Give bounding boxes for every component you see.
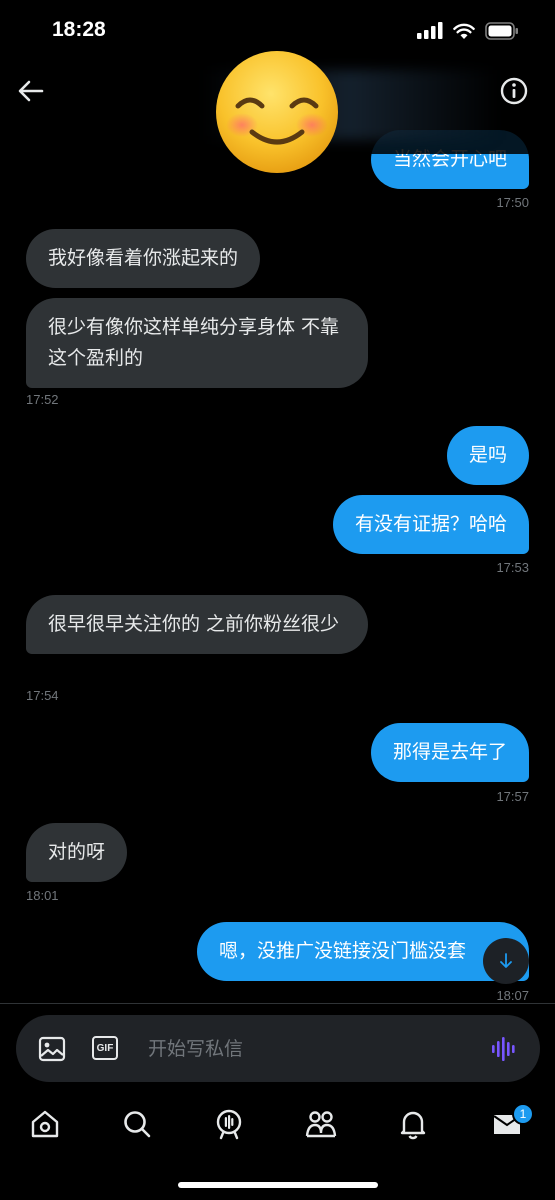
- message-bubble-incoming[interactable]: 很早很早关注你的 之前你粉丝很少: [26, 595, 368, 654]
- nav-home[interactable]: [28, 1107, 62, 1141]
- message-bubble-outgoing[interactable]: 有没有证据？哈哈: [332, 495, 529, 554]
- wifi-icon: [453, 23, 475, 39]
- nav-search[interactable]: [120, 1107, 154, 1141]
- message-timestamp: 18:01: [26, 888, 59, 903]
- message-bubble-incoming[interactable]: 我好像看着你涨起来的: [26, 229, 261, 288]
- arrow-left-icon: [18, 80, 44, 102]
- message-timestamp: 17:57: [496, 789, 529, 804]
- cellular-signal-icon: [417, 22, 443, 39]
- back-button[interactable]: [16, 76, 50, 106]
- message-timestamp: 17:52: [26, 392, 59, 407]
- communities-icon: [305, 1111, 337, 1138]
- status-icons: [417, 22, 519, 40]
- message-bubble-outgoing[interactable]: 是吗: [446, 426, 529, 485]
- add-gif-button[interactable]: GIF: [92, 1036, 118, 1060]
- arrow-down-icon: [500, 953, 512, 968]
- message-input[interactable]: [148, 1027, 468, 1071]
- nav-notifications[interactable]: [396, 1107, 430, 1141]
- message-timestamp: 18:07: [496, 988, 529, 1003]
- info-button[interactable]: [499, 76, 529, 106]
- image-icon: [38, 1036, 66, 1062]
- home-icon: [31, 1110, 59, 1138]
- home-indicator: [178, 1182, 378, 1188]
- scroll-to-bottom-button[interactable]: [483, 938, 529, 984]
- message-bubble-incoming[interactable]: 很少有像你这样单纯分享身体 不靠这个盈利的: [26, 298, 368, 388]
- battery-icon: [485, 22, 518, 40]
- spaces-icon: [216, 1109, 242, 1140]
- avatar[interactable]: [214, 50, 340, 174]
- nav-spaces[interactable]: [212, 1107, 246, 1141]
- message-bubble-outgoing[interactable]: 那得是去年了: [370, 723, 529, 782]
- message-bubble-incoming[interactable]: 对的呀: [26, 823, 128, 882]
- message-composer: GIF: [16, 1015, 540, 1082]
- messages-badge: 1: [512, 1103, 534, 1125]
- voice-message-button[interactable]: [490, 1035, 518, 1063]
- info-icon: [500, 77, 528, 105]
- notifications-icon: [400, 1111, 426, 1140]
- composer-divider: [0, 1003, 555, 1004]
- nav-communities[interactable]: [304, 1107, 338, 1141]
- add-image-button[interactable]: [38, 1035, 66, 1063]
- message-timestamp: 17:53: [496, 560, 529, 575]
- smiling-face-emoji-icon: [216, 51, 338, 173]
- status-time: 18:28: [52, 18, 106, 41]
- message-timestamp: 17:54: [26, 688, 59, 703]
- voice-wave-icon: [492, 1037, 515, 1061]
- message-bubble-outgoing[interactable]: 嗯，没推广没链接没门槛没套: [197, 922, 529, 981]
- search-icon: [124, 1111, 151, 1138]
- message-timestamp: 17:50: [496, 195, 529, 210]
- conversation-header: [0, 51, 555, 173]
